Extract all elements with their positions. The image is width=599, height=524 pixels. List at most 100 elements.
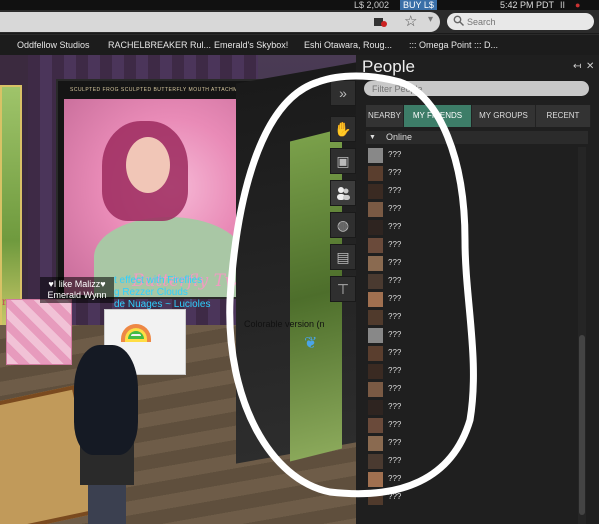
friend-row[interactable]: ??? <box>366 291 576 309</box>
globe-icon: ◍ <box>336 217 350 233</box>
friend-row[interactable]: ??? <box>366 255 576 273</box>
friend-name: ??? <box>388 420 402 429</box>
favorite-star-icon[interactable]: ☆ <box>404 12 417 30</box>
friend-avatar <box>368 202 383 217</box>
search-icon <box>453 15 464 26</box>
nametag-line: ♥I like Malizz♥ <box>48 279 106 289</box>
friend-avatar <box>368 274 383 289</box>
friend-row[interactable]: ??? <box>366 435 576 453</box>
friend-row[interactable]: ??? <box>366 363 576 381</box>
friend-row[interactable]: ??? <box>366 381 576 399</box>
hover-text: t effect with Fireflies g Rezzer Clouds … <box>114 275 210 311</box>
friend-name: ??? <box>388 402 402 411</box>
avatar-nametag: ♥I like Malizz♥ Emerald Wynn <box>40 277 114 303</box>
favorite-link[interactable]: RACHELBREAKER Rul... <box>108 40 211 50</box>
volume-icon[interactable]: ● <box>575 0 580 10</box>
friend-name: ??? <box>388 474 402 483</box>
avatar[interactable] <box>70 345 142 524</box>
friend-name: ??? <box>388 222 402 231</box>
panel-title: People <box>362 57 415 76</box>
friend-name: ??? <box>388 186 402 195</box>
friend-row[interactable]: ??? <box>366 201 576 219</box>
filter-field[interactable] <box>364 81 589 96</box>
viewer-window: L$ 2,002 BUY L$ 5:42 PM PDT II ● ☆ ▾ Odd… <box>0 0 599 524</box>
friend-avatar <box>368 382 383 397</box>
colorable-label: Colorable version (n <box>244 319 325 329</box>
location-history-chevron-icon[interactable]: ▾ <box>428 14 433 25</box>
friend-avatar <box>368 436 383 451</box>
online-accordion-header[interactable]: ▼ Online <box>366 131 588 144</box>
friend-row[interactable]: ??? <box>366 417 576 435</box>
friend-avatar <box>368 364 383 379</box>
friend-name: ??? <box>388 492 402 501</box>
sidebar-tab-inventory[interactable]: ▤ <box>330 244 356 270</box>
undock-icon[interactable]: ↤ <box>573 61 581 72</box>
friend-row[interactable]: ??? <box>366 147 576 165</box>
favorite-link[interactable]: Eshi Otawara, Roug... <box>304 40 392 50</box>
poster-caption: SCULPTED FROG SCULPTED BUTTERFLY MOUTH A… <box>70 87 250 93</box>
butterfly-poster[interactable]: SCULPTED FROG SCULPTED BUTTERFLY MOUTH A… <box>56 79 264 299</box>
friend-row[interactable]: ??? <box>366 165 576 183</box>
friend-row[interactable]: ??? <box>366 183 576 201</box>
world-view[interactable]: ns SCULPTED FROG SCULPTED BUTTERFLY MOUT… <box>0 55 356 524</box>
friend-row[interactable]: ??? <box>366 345 576 363</box>
balance-readout: L$ 2,002 <box>354 0 390 10</box>
tab-my-friends[interactable]: MY FRIENDS <box>404 105 472 127</box>
pause-media-button[interactable]: II <box>560 0 565 10</box>
friend-avatar <box>368 418 383 433</box>
sidebar-tab-gestures[interactable]: ✋ <box>330 116 356 142</box>
sidebar-tab-people[interactable] <box>330 180 356 206</box>
friend-avatar <box>368 148 383 163</box>
buy-currency-button[interactable]: BUY L$ <box>400 0 437 10</box>
friend-row[interactable]: ??? <box>366 453 576 471</box>
pink-vendor-box[interactable] <box>6 299 72 365</box>
friend-name: ??? <box>388 384 402 393</box>
hover-text-line: de Nuages ~ Lucioles <box>114 299 211 310</box>
friend-name: ??? <box>388 312 402 321</box>
favorites-bar: Oddfellow Studios RACHELBREAKER Rul... E… <box>0 35 599 55</box>
friend-row[interactable]: ??? <box>366 273 576 291</box>
sidebar-tab-places[interactable]: ◍ <box>330 212 356 238</box>
friend-avatar <box>368 328 383 343</box>
friends-scroll-thumb[interactable] <box>579 335 585 515</box>
tab-recent[interactable]: RECENT <box>536 105 591 127</box>
friend-row[interactable]: ??? <box>366 327 576 345</box>
parcel-restriction-icon[interactable] <box>373 15 387 27</box>
favorite-link[interactable]: Emerald's Skybox! <box>214 40 288 50</box>
favorite-link[interactable]: ::: Omega Point ::: D... <box>409 40 498 50</box>
friend-name: ??? <box>388 438 402 447</box>
tab-nearby[interactable]: NEARBY <box>366 105 404 127</box>
briefcase-icon: ▤ <box>336 249 350 265</box>
friend-row[interactable]: ??? <box>366 219 576 237</box>
search-input[interactable] <box>467 14 587 29</box>
tab-my-groups[interactable]: MY GROUPS <box>472 105 536 127</box>
sidebar-tab-me[interactable]: ▣ <box>330 148 356 174</box>
clock: 5:42 PM PDT <box>500 0 555 10</box>
friend-row[interactable]: ??? <box>366 471 576 489</box>
expand-triangle-icon: ▼ <box>369 134 376 141</box>
search-field[interactable] <box>447 13 594 30</box>
friend-name: ??? <box>388 204 402 213</box>
profile-card-icon: ▣ <box>336 153 350 169</box>
close-icon[interactable]: ✕ <box>586 61 594 72</box>
friend-row[interactable]: ??? <box>366 399 576 417</box>
friend-row[interactable]: ??? <box>366 309 576 327</box>
online-label: Online <box>386 132 413 142</box>
hand-icon: ✋ <box>334 121 352 137</box>
friend-name: ??? <box>388 456 402 465</box>
friend-avatar <box>368 220 383 235</box>
friend-name: ??? <box>388 294 402 303</box>
friend-row[interactable]: ??? <box>366 489 576 507</box>
people-icon <box>337 187 350 200</box>
friend-name: ??? <box>388 240 402 249</box>
favorite-link[interactable]: Oddfellow Studios <box>17 40 90 50</box>
sidebar-tab-appearance[interactable]: ⊤ <box>330 276 356 302</box>
butterfly-icon: ❦ <box>304 335 318 352</box>
sidebar-collapse-button[interactable]: » <box>330 80 356 106</box>
hover-text-line: g Rezzer Clouds <box>114 287 188 298</box>
rainbow-icon <box>121 324 151 342</box>
filter-input[interactable] <box>372 82 572 95</box>
friend-avatar <box>368 346 383 361</box>
friend-name: ??? <box>388 168 402 177</box>
friend-row[interactable]: ??? <box>366 237 576 255</box>
